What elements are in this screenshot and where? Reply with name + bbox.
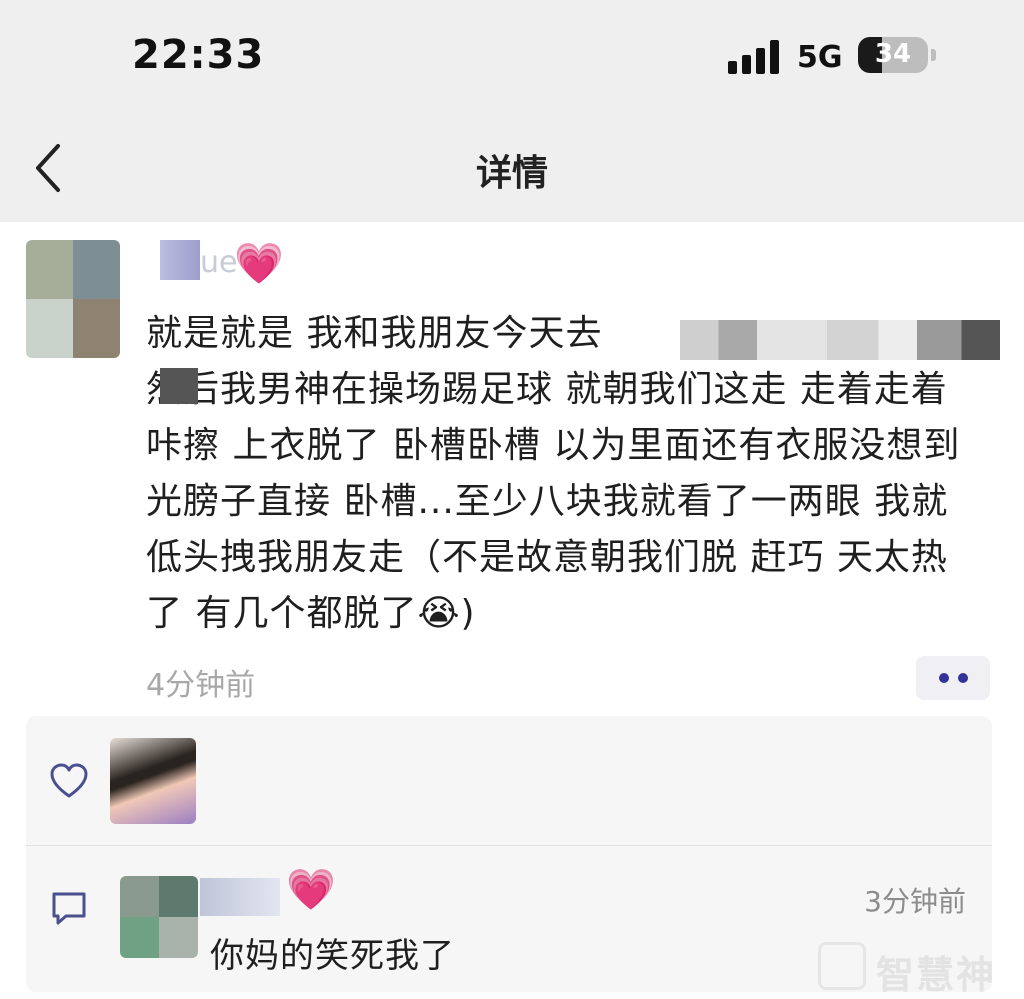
commenter-avatar[interactable] (120, 876, 198, 958)
author-name-mosaic (160, 240, 200, 280)
post-timestamp: 4分钟前 (146, 668, 256, 703)
author-name[interactable]: ue (200, 245, 237, 280)
commenter-name-mosaic (200, 878, 280, 916)
text-mosaic-2 (160, 368, 198, 404)
battery-cap (931, 49, 936, 61)
like-button[interactable] (48, 760, 90, 802)
more-button[interactable] (916, 656, 990, 700)
comment-text: 你妈的笑死我了 (210, 936, 455, 976)
pink-heart-icon: 💗 (234, 241, 284, 287)
battery-icon: 34 (858, 37, 928, 73)
battery-level: 34 (874, 39, 912, 69)
author-avatar[interactable] (26, 240, 120, 358)
liker-avatar[interactable] (110, 738, 196, 824)
text-mosaic (680, 320, 1000, 360)
watermark: 智慧神 (876, 953, 997, 997)
comment-bubble-icon (52, 892, 86, 925)
more-dots-icon (939, 673, 949, 683)
signal-icon (728, 40, 780, 74)
status-time: 22:33 (132, 32, 265, 78)
comment-timestamp: 3分钟前 (864, 885, 966, 918)
top-bar: 22:33 5G 34 详情 (0, 0, 1024, 222)
divider (26, 845, 992, 846)
comment-button[interactable] (48, 888, 90, 930)
watermark-logo-icon (818, 942, 866, 990)
comment-heart-icon: 💗 (286, 867, 336, 913)
network-type: 5G (797, 40, 843, 75)
page-title: 详情 (475, 153, 548, 194)
heart-outline-icon (50, 763, 88, 798)
